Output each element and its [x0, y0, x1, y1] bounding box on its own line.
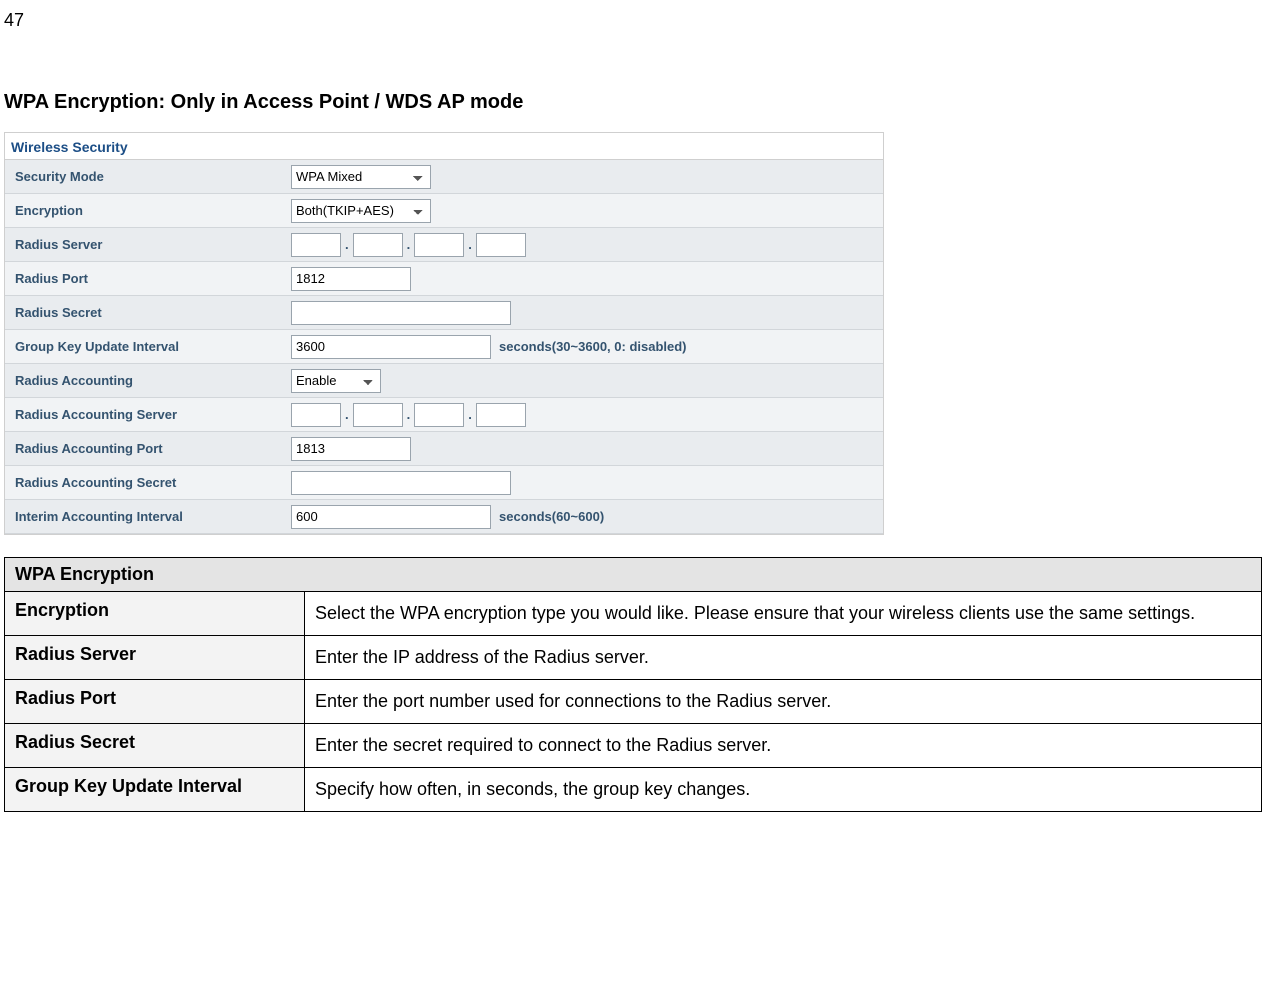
input-radius-server-octet-1[interactable] [291, 233, 341, 257]
input-radius-server-octet-2[interactable] [353, 233, 403, 257]
label-encryption: Encryption [5, 197, 285, 224]
definition-desc: Enter the secret required to connect to … [305, 724, 1262, 768]
row-radius-secret: Radius Secret [5, 296, 883, 330]
label-radius-acct-server: Radius Accounting Server [5, 401, 285, 428]
field-radius-acct-secret [285, 467, 883, 499]
page-number: 47 [4, 10, 1273, 31]
select-security-mode[interactable]: WPA Mixed [291, 165, 431, 189]
field-interim-interval: seconds(60~600) [285, 501, 883, 533]
definition-desc: Enter the IP address of the Radius serve… [305, 636, 1262, 680]
label-radius-accounting: Radius Accounting [5, 367, 285, 394]
row-encryption: Encryption Both(TKIP+AES) [5, 194, 883, 228]
label-radius-port: Radius Port [5, 265, 285, 292]
field-group-key-interval: seconds(30~3600, 0: disabled) [285, 331, 883, 363]
row-radius-acct-port: Radius Accounting Port [5, 432, 883, 466]
definition-desc: Enter the port number used for connectio… [305, 680, 1262, 724]
label-interim-interval: Interim Accounting Interval [5, 503, 285, 530]
definition-key: Radius Secret [5, 724, 305, 768]
input-radius-port[interactable] [291, 267, 411, 291]
label-radius-server: Radius Server [5, 231, 285, 258]
label-radius-acct-port: Radius Accounting Port [5, 435, 285, 462]
definition-key: Group Key Update Interval [5, 768, 305, 812]
input-radius-acct-secret[interactable] [291, 471, 511, 495]
field-encryption: Both(TKIP+AES) [285, 195, 883, 227]
input-radius-server-octet-3[interactable] [414, 233, 464, 257]
table-row: Group Key Update Interval Specify how of… [5, 768, 1262, 812]
input-radius-acct-server-octet-4[interactable] [476, 403, 526, 427]
dot-separator: . [345, 237, 349, 252]
document-page: 47 WPA Encryption: Only in Access Point … [0, 0, 1277, 852]
field-radius-acct-server: . . . [285, 399, 883, 431]
definition-key: Radius Port [5, 680, 305, 724]
label-radius-acct-secret: Radius Accounting Secret [5, 469, 285, 496]
input-radius-acct-server-octet-1[interactable] [291, 403, 341, 427]
field-radius-acct-port [285, 433, 883, 465]
suffix-interim-interval: seconds(60~600) [499, 509, 604, 524]
row-interim-interval: Interim Accounting Interval seconds(60~6… [5, 500, 883, 534]
screenshot-body: Security Mode WPA Mixed Encryption Both(… [5, 160, 883, 534]
input-radius-acct-server-octet-3[interactable] [414, 403, 464, 427]
input-group-key-interval[interactable] [291, 335, 491, 359]
definitions-header-row: WPA Encryption [5, 558, 1262, 592]
definition-desc: Specify how often, in seconds, the group… [305, 768, 1262, 812]
input-radius-secret[interactable] [291, 301, 511, 325]
row-radius-acct-server: Radius Accounting Server . . . [5, 398, 883, 432]
row-radius-port: Radius Port [5, 262, 883, 296]
field-radius-port [285, 263, 883, 295]
label-group-key-interval: Group Key Update Interval [5, 333, 285, 360]
dot-separator: . [407, 407, 411, 422]
definition-key: Radius Server [5, 636, 305, 680]
row-radius-accounting: Radius Accounting Enable [5, 364, 883, 398]
definitions-table: WPA Encryption Encryption Select the WPA… [4, 557, 1262, 812]
dot-separator: . [407, 237, 411, 252]
definition-key: Encryption [5, 592, 305, 636]
input-radius-acct-server-octet-2[interactable] [353, 403, 403, 427]
table-row: Radius Secret Enter the secret required … [5, 724, 1262, 768]
input-radius-acct-port[interactable] [291, 437, 411, 461]
row-radius-server: Radius Server . . . [5, 228, 883, 262]
dot-separator: . [345, 407, 349, 422]
label-security-mode: Security Mode [5, 163, 285, 190]
select-encryption[interactable]: Both(TKIP+AES) [291, 199, 431, 223]
definition-desc: Select the WPA encryption type you would… [305, 592, 1262, 636]
suffix-group-key-interval: seconds(30~3600, 0: disabled) [499, 339, 687, 354]
dot-separator: . [468, 407, 472, 422]
table-row: Radius Server Enter the IP address of th… [5, 636, 1262, 680]
row-radius-acct-secret: Radius Accounting Secret [5, 466, 883, 500]
field-radius-accounting: Enable [285, 365, 883, 397]
dot-separator: . [468, 237, 472, 252]
field-radius-secret [285, 297, 883, 329]
definitions-header: WPA Encryption [5, 558, 1262, 592]
table-row: Radius Port Enter the port number used f… [5, 680, 1262, 724]
label-radius-secret: Radius Secret [5, 299, 285, 326]
table-row: Encryption Select the WPA encryption typ… [5, 592, 1262, 636]
screenshot-title: Wireless Security [5, 133, 883, 160]
row-security-mode: Security Mode WPA Mixed [5, 160, 883, 194]
row-group-key-interval: Group Key Update Interval seconds(30~360… [5, 330, 883, 364]
field-radius-server: . . . [285, 229, 883, 261]
section-heading: WPA Encryption: Only in Access Point / W… [4, 91, 1273, 114]
wireless-security-screenshot: Wireless Security Security Mode WPA Mixe… [4, 132, 884, 535]
input-radius-server-octet-4[interactable] [476, 233, 526, 257]
select-radius-accounting[interactable]: Enable [291, 369, 381, 393]
input-interim-interval[interactable] [291, 505, 491, 529]
field-security-mode: WPA Mixed [285, 161, 883, 193]
